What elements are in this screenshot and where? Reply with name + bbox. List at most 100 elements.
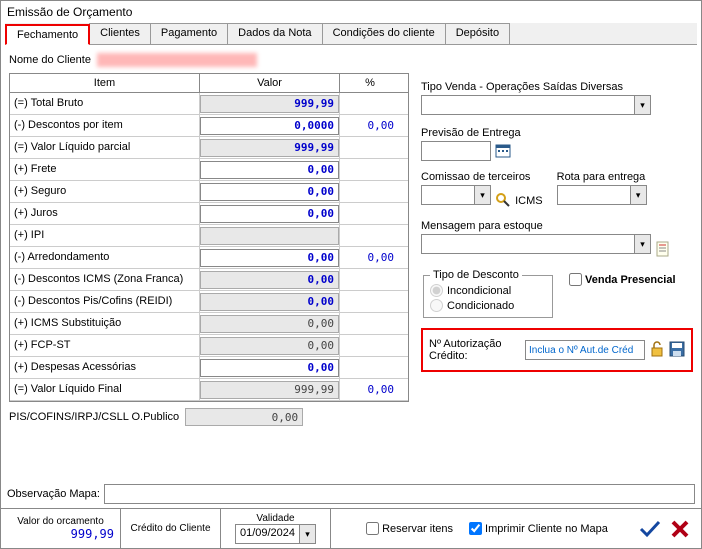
tab-condições-do-cliente[interactable]: Condições do cliente bbox=[322, 23, 446, 44]
valor-input[interactable] bbox=[200, 359, 339, 377]
row-label: (+) Seguro bbox=[10, 181, 200, 202]
note-icon[interactable] bbox=[654, 241, 672, 259]
valor-input bbox=[200, 293, 339, 311]
row-label: (+) FCP-ST bbox=[10, 335, 200, 356]
tipo-desconto-group: Tipo de Desconto Incondicional Condicion… bbox=[423, 269, 553, 318]
venda-presencial-label: Venda Presencial bbox=[585, 274, 676, 286]
pct-value: 0,00 bbox=[342, 383, 398, 396]
footer-valor-label: Valor do orcamento bbox=[7, 516, 114, 527]
reservar-checkbox[interactable] bbox=[366, 522, 379, 535]
observ-input[interactable] bbox=[104, 484, 695, 504]
grid-row: (+) IPI bbox=[10, 225, 408, 247]
footer-credito-label: Crédito do Cliente bbox=[127, 523, 214, 534]
valor-input bbox=[200, 315, 339, 333]
row-label: (-) Descontos Pis/Cofins (REIDI) bbox=[10, 291, 200, 312]
chevron-down-icon: ▾ bbox=[634, 96, 650, 114]
tipo-desconto-label: Tipo de Desconto bbox=[430, 269, 522, 281]
auth-box: Nº Autorização Crédito: bbox=[421, 328, 693, 372]
radio-condicionado[interactable] bbox=[430, 299, 443, 312]
save-icon[interactable] bbox=[669, 341, 685, 359]
row-label: (+) Juros bbox=[10, 203, 200, 224]
valor-input[interactable] bbox=[200, 161, 339, 179]
row-label: (+) ICMS Substituição bbox=[10, 313, 200, 334]
valor-input[interactable] bbox=[200, 249, 339, 267]
mensagem-label: Mensagem para estoque bbox=[421, 220, 693, 232]
venda-presencial-checkbox[interactable] bbox=[569, 273, 582, 286]
comissao-combo[interactable]: ▾ bbox=[421, 185, 491, 205]
client-name-redacted bbox=[97, 53, 257, 67]
calendar-icon[interactable] bbox=[494, 142, 512, 160]
validade-datepicker[interactable]: 01/09/2024 ▾ bbox=[235, 524, 316, 544]
row-label: (-) Descontos ICMS (Zona Franca) bbox=[10, 269, 200, 290]
grid-row: (+) Juros bbox=[10, 203, 408, 225]
valor-input bbox=[200, 381, 339, 399]
tipo-venda-combo[interactable]: ▾ bbox=[421, 95, 651, 115]
client-label: Nome do Cliente bbox=[9, 54, 91, 66]
pct-value: 0,00 bbox=[342, 251, 398, 264]
valor-input bbox=[200, 337, 339, 355]
tab-clientes[interactable]: Clientes bbox=[89, 23, 151, 44]
footer-valor-value: 999,99 bbox=[7, 527, 114, 541]
row-label: (=) Valor Líquido parcial bbox=[10, 137, 200, 158]
chevron-down-icon: ▾ bbox=[474, 186, 490, 204]
pct-value: 0,00 bbox=[342, 119, 398, 132]
row-label: (+) IPI bbox=[10, 225, 200, 246]
previsao-label: Previsão de Entrega bbox=[421, 127, 693, 139]
grid-row: (+) FCP-ST bbox=[10, 335, 408, 357]
grid-row: (=) Valor Líquido Final 0,00 bbox=[10, 379, 408, 401]
row-label: (=) Total Bruto bbox=[10, 93, 200, 114]
radio-incondicional-label: Incondicional bbox=[447, 285, 511, 297]
pis-value[interactable] bbox=[185, 408, 303, 426]
values-grid: Item Valor % (=) Total Bruto(-) Desconto… bbox=[9, 73, 409, 402]
grid-row: (+) ICMS Substituição bbox=[10, 313, 408, 335]
cancel-button[interactable] bbox=[671, 520, 689, 538]
tab-depósito[interactable]: Depósito bbox=[445, 23, 510, 44]
tipo-venda-label: Tipo Venda - Operações Saídas Diversas bbox=[421, 81, 693, 93]
auth-input[interactable] bbox=[525, 340, 645, 360]
tab-dados-da-nota[interactable]: Dados da Nota bbox=[227, 23, 322, 44]
grid-row: (+) Seguro bbox=[10, 181, 408, 203]
observ-label: Observação Mapa: bbox=[7, 488, 100, 500]
imprimir-label: Imprimir Cliente no Mapa bbox=[485, 523, 608, 535]
search-icon[interactable] bbox=[494, 192, 512, 210]
row-label: (+) Frete bbox=[10, 159, 200, 180]
grid-row: (-) Descontos ICMS (Zona Franca) bbox=[10, 269, 408, 291]
comissao-label: Comissao de terceiros bbox=[421, 171, 543, 183]
radio-incondicional[interactable] bbox=[430, 284, 443, 297]
chevron-down-icon: ▾ bbox=[630, 186, 646, 204]
confirm-button[interactable] bbox=[639, 520, 661, 538]
rota-combo[interactable]: ▾ bbox=[557, 185, 647, 205]
grid-row: (-) Arredondamento 0,00 bbox=[10, 247, 408, 269]
grid-row: (+) Despesas Acessórias bbox=[10, 357, 408, 379]
tab-pagamento[interactable]: Pagamento bbox=[150, 23, 228, 44]
footer-validade-label: Validade bbox=[256, 513, 294, 524]
valor-input[interactable] bbox=[200, 205, 339, 223]
grid-row: (-) Descontos Pis/Cofins (REIDI) bbox=[10, 291, 408, 313]
chevron-down-icon: ▾ bbox=[299, 525, 315, 543]
mensagem-combo[interactable]: ▾ bbox=[421, 234, 651, 254]
grid-row: (=) Total Bruto bbox=[10, 93, 408, 115]
col-header-valor: Valor bbox=[200, 74, 340, 92]
valor-input bbox=[200, 95, 339, 113]
chevron-down-icon: ▾ bbox=[634, 235, 650, 253]
rota-label: Rota para entrega bbox=[557, 171, 647, 183]
col-header-pct: % bbox=[340, 74, 400, 92]
imprimir-checkbox[interactable] bbox=[469, 522, 482, 535]
auth-label: Nº Autorização Crédito: bbox=[429, 338, 521, 362]
grid-row: (-) Descontos por item 0,00 bbox=[10, 115, 408, 137]
valor-input bbox=[200, 227, 339, 245]
unlock-icon[interactable] bbox=[649, 341, 665, 359]
radio-condicionado-label: Condicionado bbox=[447, 300, 514, 312]
row-label: (=) Valor Líquido Final bbox=[10, 379, 200, 400]
valor-input bbox=[200, 271, 339, 289]
row-label: (-) Arredondamento bbox=[10, 247, 200, 268]
previsao-input[interactable] bbox=[421, 141, 491, 161]
valor-input[interactable] bbox=[200, 183, 339, 201]
row-label: (-) Descontos por item bbox=[10, 115, 200, 136]
pis-label: PIS/COFINS/IRPJ/CSLL O.Publico bbox=[9, 411, 179, 423]
grid-row: (=) Valor Líquido parcial bbox=[10, 137, 408, 159]
valor-input bbox=[200, 139, 339, 157]
grid-row: (+) Frete bbox=[10, 159, 408, 181]
valor-input[interactable] bbox=[200, 117, 339, 135]
tab-fechamento[interactable]: Fechamento bbox=[5, 24, 90, 45]
